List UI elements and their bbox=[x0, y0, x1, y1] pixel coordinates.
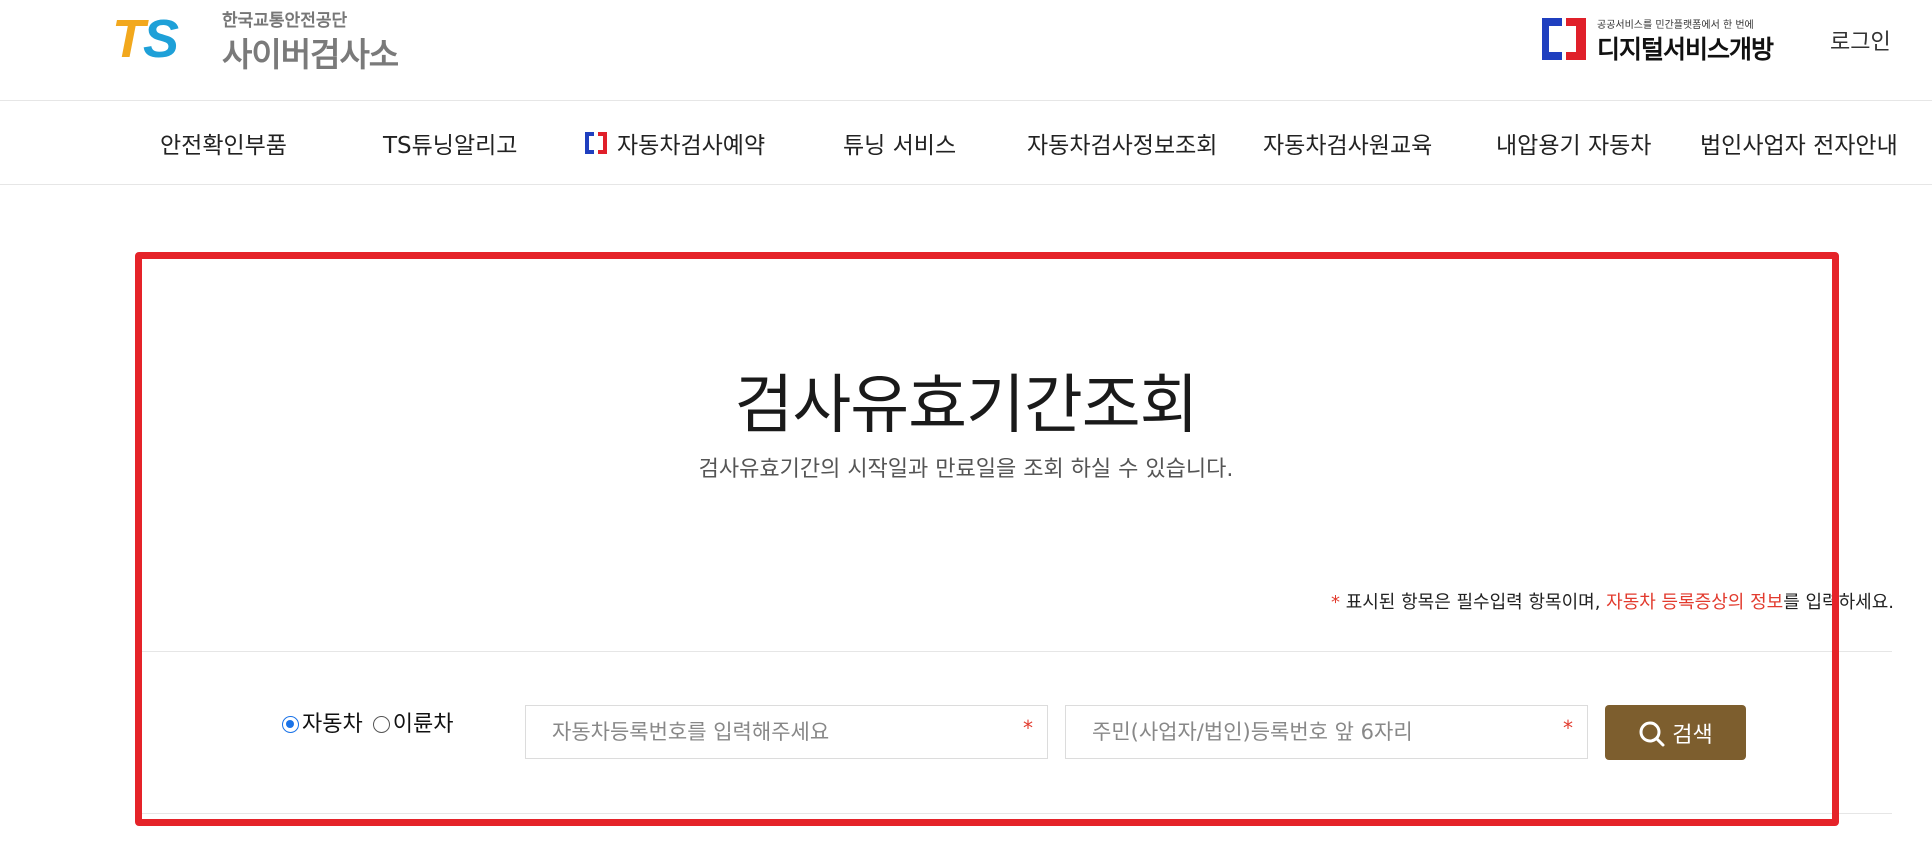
site-header: TS 한국교통안전공단 사이버검사소 공공서비스를 민간플랫폼에서 한 번에 디… bbox=[0, 0, 1932, 101]
digital-service-title: 디지털서비스개방 bbox=[1597, 35, 1774, 64]
ts-logo-mark: TS bbox=[112, 9, 179, 69]
login-link[interactable]: 로그인 bbox=[1830, 24, 1891, 56]
nav-item-label: 자동차검사예약 bbox=[617, 133, 766, 159]
site-name: 사이버검사소 bbox=[222, 35, 399, 74]
nav-item-safety-parts[interactable]: 안전확인부품 bbox=[160, 126, 287, 160]
nav-item-inspector-education[interactable]: 자동차검사원교육 bbox=[1263, 126, 1432, 160]
nav-item-corporate-notice[interactable]: 법인사업자 전자안내 bbox=[1700, 126, 1898, 160]
digital-service-icon bbox=[1542, 18, 1586, 60]
nav-item-inspection-booking[interactable]: 자동차검사예약 bbox=[583, 126, 765, 160]
digital-service-caption: 공공서비스를 민간플랫폼에서 한 번에 bbox=[1597, 20, 1754, 31]
digital-service-banner[interactable]: 공공서비스를 민간플랫폼에서 한 번에 디지털서비스개방 bbox=[1542, 16, 1782, 64]
highlight-box bbox=[135, 252, 1839, 826]
digital-service-icon bbox=[585, 132, 607, 154]
nav-item-tuning-service[interactable]: 튜닝 서비스 bbox=[843, 126, 956, 160]
main-nav: 안전확인부품 TS튜닝알리고 자동차검사예약 튜닝 서비스 자동차검사정보조회 … bbox=[0, 101, 1932, 185]
site-logo[interactable]: TS 한국교통안전공단 사이버검사소 bbox=[112, 4, 422, 74]
nav-item-pressure-vessel-vehicle[interactable]: 내압용기 자동차 bbox=[1496, 126, 1651, 160]
nav-item-ts-tuning[interactable]: TS튜닝알리고 bbox=[383, 126, 517, 160]
nav-item-inspection-info[interactable]: 자동차검사정보조회 bbox=[1027, 126, 1217, 160]
